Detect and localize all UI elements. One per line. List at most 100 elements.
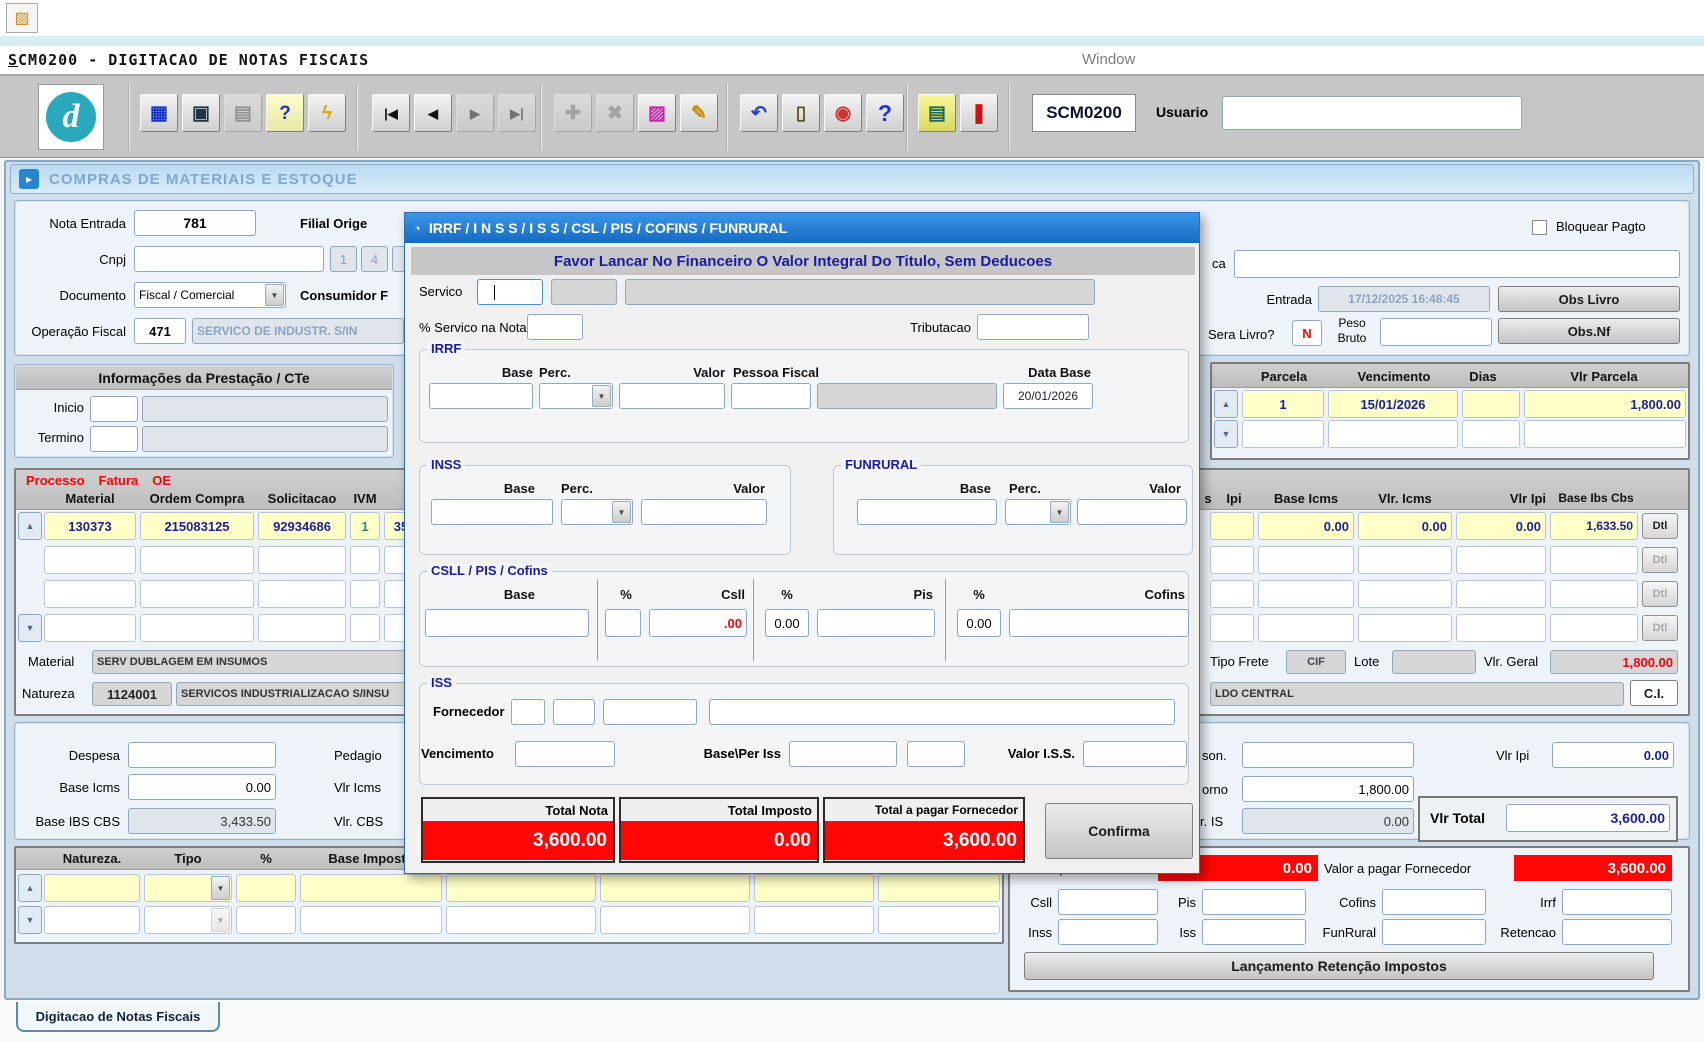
- item-cell-empty[interactable]: [1258, 546, 1354, 574]
- item-cell-empty[interactable]: [1210, 546, 1254, 574]
- inss-valor-input[interactable]: [641, 499, 767, 525]
- bloquear-pagto-checkbox[interactable]: [1532, 220, 1547, 235]
- pis-valor-input[interactable]: [817, 609, 935, 637]
- tax-dialog-titlebar[interactable]: ◔ IRRF / I N S S / I S S / CSL / PIS / C…: [405, 213, 1199, 243]
- iss-fornecedor-input3[interactable]: [603, 699, 697, 725]
- item-cell-empty[interactable]: [258, 580, 346, 608]
- termino-input[interactable]: [90, 426, 138, 452]
- inicio-input[interactable]: [90, 396, 138, 422]
- item-cell-empty[interactable]: [1258, 614, 1354, 642]
- parcelas-scroll-up[interactable]: ▲: [1214, 390, 1238, 418]
- desconto-input[interactable]: [1242, 742, 1414, 768]
- save-button[interactable]: ▦: [140, 94, 178, 132]
- item-material[interactable]: 130373: [44, 512, 136, 540]
- obs-nf-button[interactable]: Obs.Nf: [1498, 318, 1680, 344]
- nat-cell[interactable]: [446, 874, 596, 902]
- operacao-fiscal-input[interactable]: 471: [134, 318, 186, 344]
- item-solicitacao[interactable]: 92934686: [258, 512, 346, 540]
- help-button[interactable]: ?: [866, 94, 904, 132]
- cnpj-input[interactable]: [134, 246, 324, 272]
- previous-record-button[interactable]: ◀: [414, 94, 452, 132]
- menu-button[interactable]: ▤: [918, 94, 956, 132]
- retencao-input[interactable]: [1562, 919, 1672, 945]
- csll-pct-input[interactable]: [605, 609, 641, 637]
- pis-pct-input[interactable]: 0.00: [765, 609, 809, 637]
- nat-cell[interactable]: [44, 906, 140, 934]
- iss-per-input[interactable]: [907, 741, 965, 767]
- tab-fatura[interactable]: Fatura: [99, 473, 139, 488]
- item-cell-empty[interactable]: [44, 614, 136, 642]
- csll-valor-input[interactable]: .00: [649, 609, 747, 637]
- item-cell-empty[interactable]: [1550, 580, 1638, 608]
- tributacao-input[interactable]: [977, 314, 1089, 340]
- tab-processo[interactable]: Processo: [26, 473, 85, 488]
- status-tab[interactable]: Digitacao de Notas Fiscais: [16, 1002, 220, 1032]
- nat-cell-tipo[interactable]: ▼: [144, 906, 232, 934]
- natureza-scroll-down[interactable]: ▼: [18, 906, 42, 934]
- item-cell-empty[interactable]: [350, 580, 380, 608]
- nat-cell[interactable]: [754, 906, 874, 934]
- last-record-button[interactable]: ▶|: [498, 94, 536, 132]
- irrf-perc-select[interactable]: ▼: [539, 383, 613, 409]
- print-button[interactable]: ▤: [224, 94, 262, 132]
- item-cell-empty[interactable]: [44, 546, 136, 574]
- chevron-down-icon[interactable]: ▼: [211, 908, 230, 932]
- parcelas-scroll-down[interactable]: ▼: [1214, 420, 1238, 448]
- parcela-row-vlr[interactable]: 1,800.00: [1524, 390, 1686, 418]
- razao-social-input[interactable]: [1234, 250, 1680, 278]
- funrural-perc-select[interactable]: ▼: [1005, 499, 1071, 525]
- nat-cell[interactable]: [446, 906, 596, 934]
- item-cell-empty[interactable]: [140, 614, 254, 642]
- item-cell-empty[interactable]: [1456, 580, 1546, 608]
- iss-valor-input[interactable]: [1083, 741, 1187, 767]
- itens-scroll-down[interactable]: ▼: [18, 614, 42, 642]
- parcela-row-dias[interactable]: [1462, 390, 1520, 418]
- iss-fornecedor-input1[interactable]: [511, 699, 545, 725]
- servico-input[interactable]: [477, 279, 543, 305]
- item-ordem-compra[interactable]: 215083125: [140, 512, 254, 540]
- chevron-down-icon[interactable]: ▼: [592, 385, 611, 407]
- nat-cell-tipo[interactable]: ▼: [144, 874, 232, 902]
- pencil-button[interactable]: ✎: [680, 94, 718, 132]
- chevron-down-icon[interactable]: ▼: [612, 501, 631, 523]
- dtl-button[interactable]: Dtl: [1642, 547, 1678, 573]
- menu-window[interactable]: Window: [1082, 51, 1135, 68]
- grid-edit-button[interactable]: ▨: [638, 94, 676, 132]
- usuario-input[interactable]: [1222, 96, 1522, 130]
- nat-cell[interactable]: [300, 906, 442, 934]
- obs-livro-button[interactable]: Obs Livro: [1498, 286, 1680, 312]
- tab-oe[interactable]: OE: [152, 473, 171, 488]
- ci-button[interactable]: C.I.: [1630, 680, 1678, 706]
- parcela-row-empty[interactable]: [1242, 420, 1324, 448]
- item-cell-empty[interactable]: [1550, 614, 1638, 642]
- nat-cell[interactable]: [878, 874, 1000, 902]
- item-cell-empty[interactable]: [1258, 580, 1354, 608]
- nat-cell[interactable]: [44, 874, 140, 902]
- csll-input[interactable]: [1058, 889, 1158, 915]
- parcela-row-empty[interactable]: [1524, 420, 1686, 448]
- nat-cell[interactable]: [754, 874, 874, 902]
- irrf-data-base-input[interactable]: 20/01/2026: [1003, 383, 1093, 409]
- clipboard-button[interactable]: ▯: [782, 94, 820, 132]
- exit-button[interactable]: ❚: [960, 94, 998, 132]
- dtl-button[interactable]: Dtl: [1642, 513, 1678, 539]
- parcela-row-empty[interactable]: [1462, 420, 1520, 448]
- parcela-row-num[interactable]: 1: [1242, 390, 1324, 418]
- item-vlr-icms[interactable]: 0.00: [1358, 512, 1452, 540]
- item-cell-empty[interactable]: [1210, 614, 1254, 642]
- next-record-button[interactable]: ▶: [456, 94, 494, 132]
- nat-cell[interactable]: [600, 906, 750, 934]
- parcela-row-vencimento[interactable]: 15/01/2026: [1328, 390, 1458, 418]
- nat-cell[interactable]: [236, 906, 296, 934]
- irrf-base-input[interactable]: [429, 383, 533, 409]
- dtl-button[interactable]: Dtl: [1642, 615, 1678, 641]
- item-cell-empty[interactable]: [44, 580, 136, 608]
- inss-perc-select[interactable]: ▼: [561, 499, 633, 525]
- item-cell-empty[interactable]: [140, 546, 254, 574]
- funrural-input[interactable]: [1382, 919, 1486, 945]
- iss-fornecedor-nome-input[interactable]: [709, 699, 1175, 725]
- documento-select[interactable]: Fiscal / Comercial ▼: [134, 282, 286, 308]
- item-cell-empty[interactable]: [1456, 546, 1546, 574]
- audit-button[interactable]: ◉: [824, 94, 862, 132]
- item-cell-empty[interactable]: [1210, 580, 1254, 608]
